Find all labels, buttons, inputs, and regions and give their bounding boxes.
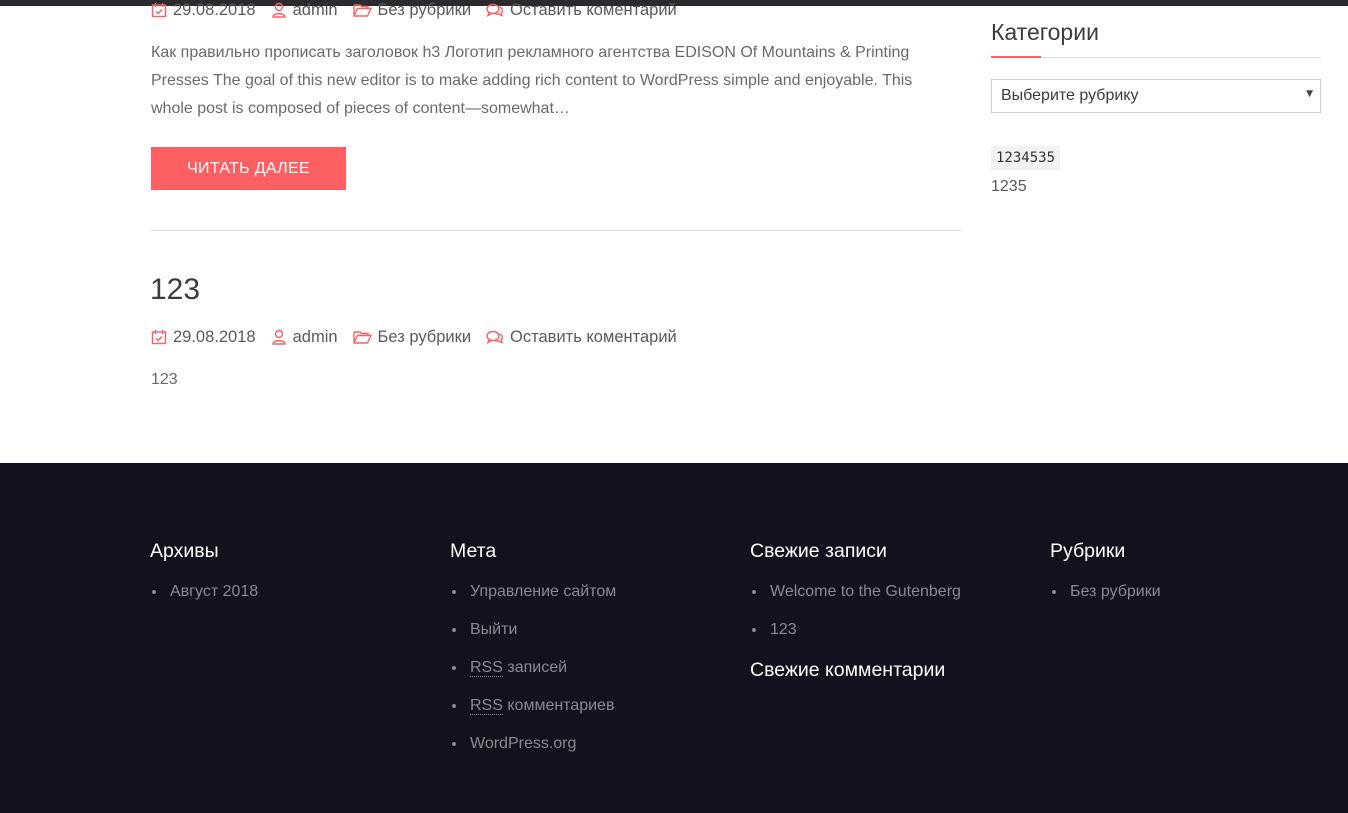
- footer-recent-posts-title: Свежие записи: [750, 540, 887, 562]
- archive-link[interactable]: Август 2018: [170, 583, 258, 600]
- meta-author-text: admin: [292, 0, 338, 19]
- calendar-icon: [151, 3, 167, 18]
- comments-icon: [486, 330, 504, 344]
- post-divider: [151, 230, 961, 231]
- list-item: Управление сайтом: [450, 580, 730, 618]
- sidebar-title-accent: [991, 56, 1041, 58]
- footer-recent-comments-title: Свежие комментарии: [750, 659, 946, 681]
- rss-entries-label: записей: [507, 659, 568, 676]
- list-item: Без рубрики: [1050, 580, 1330, 618]
- meta-comment[interactable]: Оставить коментарий: [486, 328, 677, 347]
- dropdown-arrow-icon: ▼: [1306, 89, 1313, 99]
- post-excerpt: Как правильно прописать заголовок h3 Лог…: [151, 44, 913, 117]
- meta-comment-text: Оставить коментарий: [510, 327, 677, 346]
- list-item: 123: [750, 618, 1030, 656]
- comments-icon: [486, 3, 504, 17]
- rss-comments-link[interactable]: RSS комментариев: [470, 697, 614, 715]
- recent-post-link[interactable]: 123: [770, 621, 797, 638]
- meta-date[interactable]: 29.08.2018: [151, 1, 256, 20]
- meta-date[interactable]: 29.08.2018: [151, 328, 256, 347]
- list-item: Выйти: [450, 618, 730, 656]
- rss-abbr: RSS: [470, 659, 503, 677]
- site-footer: Архивы Август 2018 Мета Управление сайто…: [0, 463, 1348, 813]
- read-more-button[interactable]: Читать далее: [151, 147, 346, 190]
- user-icon: [271, 2, 286, 18]
- meta-category[interactable]: Без рубрики: [352, 327, 472, 347]
- category-link[interactable]: Без рубрики: [1070, 583, 1161, 600]
- list-item: RSS комментариев: [450, 694, 730, 732]
- rss-entries-link[interactable]: RSS записей: [470, 659, 567, 677]
- meta-date-text: 29.08.2018: [173, 0, 256, 19]
- list-item: Welcome to the Gutenberg: [750, 580, 1030, 618]
- footer-categories: Рубрики Без рубрики: [1050, 537, 1330, 618]
- footer-archives: Архивы Август 2018: [150, 537, 430, 618]
- post-body: 123: [151, 371, 178, 388]
- meta-author[interactable]: admin: [271, 1, 338, 20]
- post-title[interactable]: 123: [150, 270, 200, 310]
- sidebar-categories-title: Категории: [991, 19, 1099, 45]
- footer-categories-title: Рубрики: [1050, 540, 1126, 562]
- list-item: WordPress.org: [450, 732, 730, 770]
- meta-date-text: 29.08.2018: [173, 327, 256, 346]
- calendar-icon: [151, 330, 167, 345]
- footer-recent-posts: Свежие записи Welcome to the Gutenberg 1…: [750, 537, 1030, 684]
- folder-icon: [352, 331, 372, 344]
- post-meta: 29.08.2018 admin Без рубрики Оставить ко…: [151, 325, 692, 349]
- list-item: RSS записей: [450, 656, 730, 694]
- meta-category[interactable]: Без рубрики: [352, 0, 472, 20]
- recent-post-link[interactable]: Welcome to the Gutenberg: [770, 583, 961, 600]
- footer-archives-title: Архивы: [150, 540, 219, 562]
- sidebar-text: 1235: [991, 178, 1027, 195]
- rss-abbr: RSS: [470, 697, 503, 715]
- sidebar-code: 1234535: [991, 146, 1061, 170]
- wordpress-org-link[interactable]: WordPress.org: [470, 735, 576, 752]
- footer-meta: Мета Управление сайтом Выйти RSS записей…: [450, 537, 730, 770]
- post-meta: 29.08.2018 admin Без рубрики Оставить ко…: [151, 0, 692, 22]
- rss-comments-label: комментариев: [507, 697, 615, 714]
- meta-author-text: admin: [292, 327, 338, 346]
- category-select[interactable]: Выберите рубрику ▼: [991, 79, 1321, 113]
- meta-comment[interactable]: Оставить коментарий: [486, 1, 677, 20]
- category-select-value: Выберите рубрику: [1001, 87, 1139, 104]
- meta-category-text: Без рубрики: [377, 327, 472, 346]
- meta-category-text: Без рубрики: [377, 0, 472, 19]
- folder-icon: [352, 4, 372, 17]
- meta-author[interactable]: admin: [271, 328, 338, 347]
- footer-meta-title: Мета: [450, 540, 497, 562]
- list-item: Август 2018: [150, 580, 430, 618]
- logout-link[interactable]: Выйти: [470, 621, 517, 638]
- user-icon: [271, 329, 286, 345]
- site-admin-link[interactable]: Управление сайтом: [470, 583, 616, 600]
- meta-comment-text: Оставить коментарий: [510, 0, 677, 19]
